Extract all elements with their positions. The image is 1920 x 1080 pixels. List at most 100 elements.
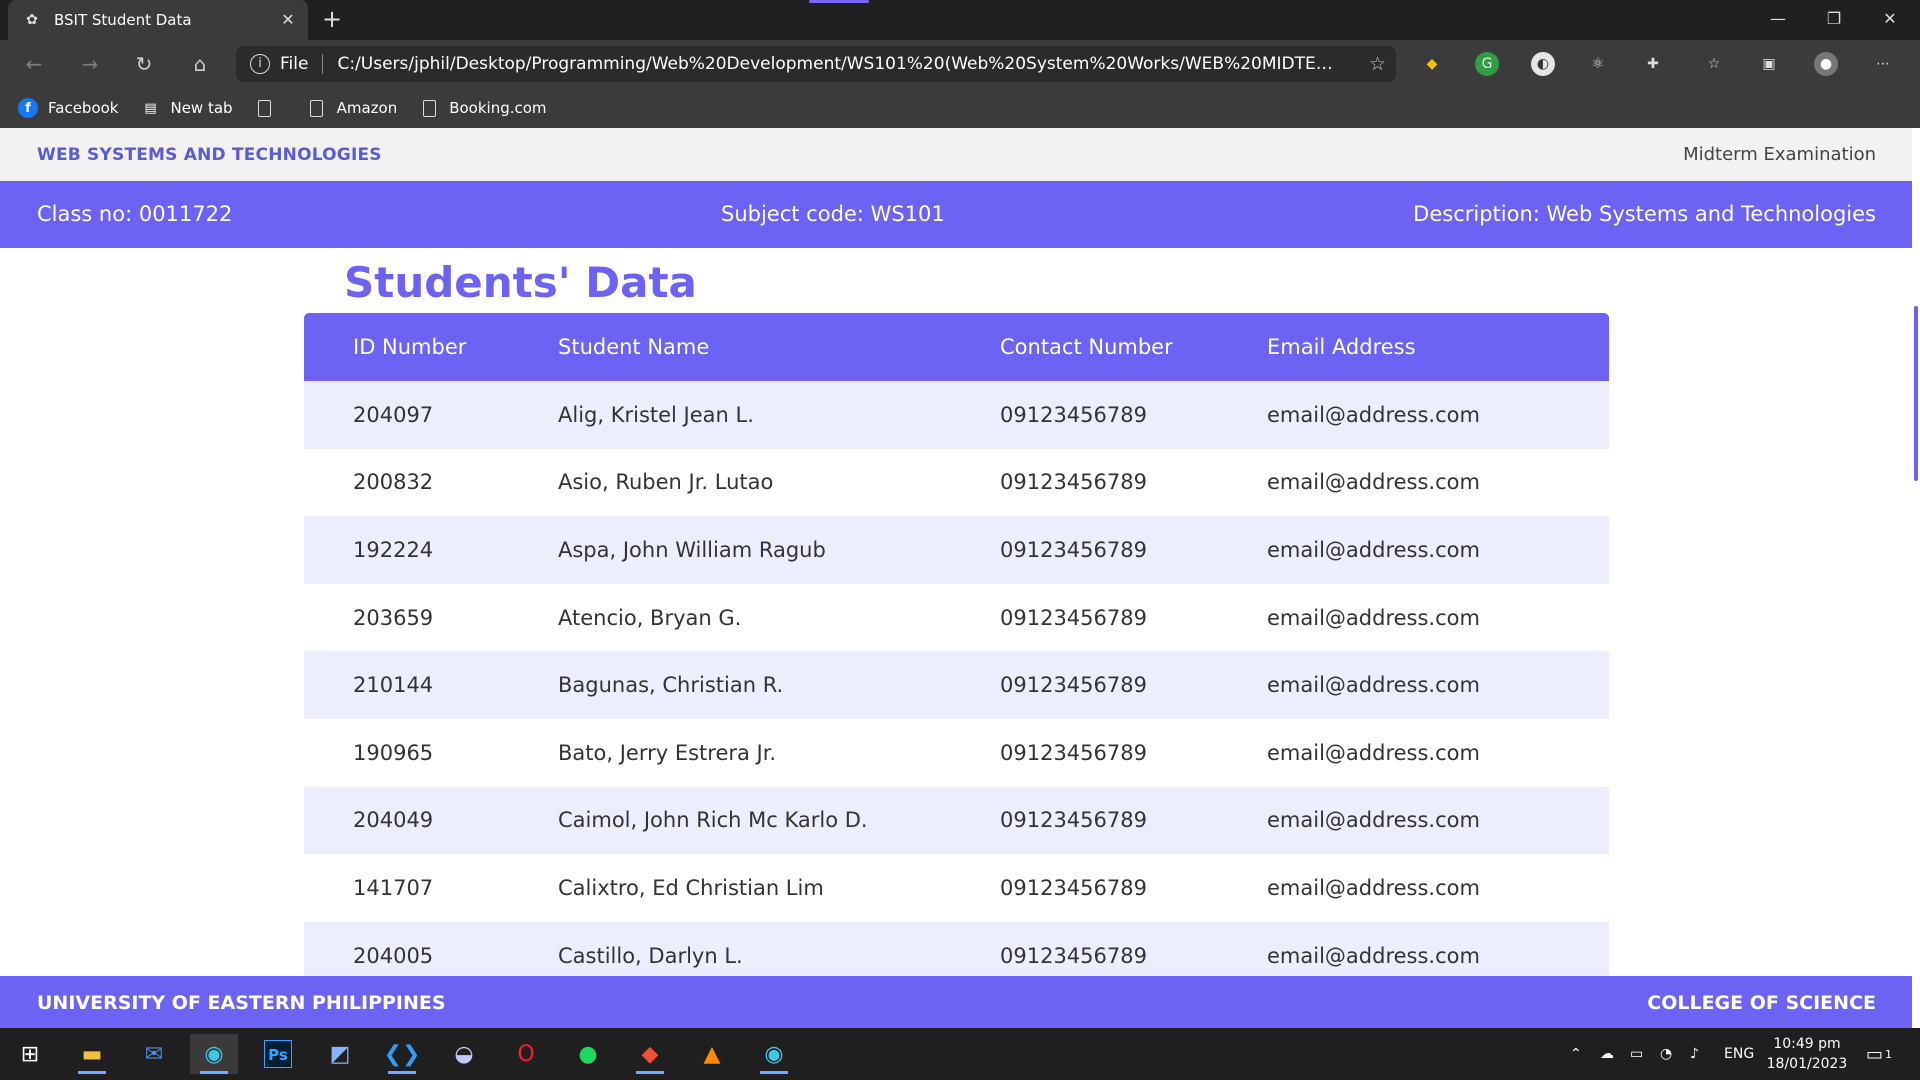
bookmark-untitled[interactable] [255, 98, 285, 118]
page-viewport: WEB SYSTEMS AND TECHNOLOGIES Midterm Exa… [0, 128, 1920, 1028]
site-footer: UNIVERSITY OF EASTERN PHILIPPINES COLLEG… [0, 976, 1914, 1028]
scrollbar-thumb[interactable] [1914, 306, 1918, 481]
file-explorer-icon[interactable]: ▬ [68, 1034, 116, 1074]
vscode-icon[interactable]: ❮❯ [378, 1034, 426, 1074]
back-button[interactable]: ← [16, 48, 52, 80]
cell-name: Calixtro, Ed Christian Lim [558, 875, 824, 900]
language-indicator[interactable]: ENG [1724, 1028, 1754, 1080]
extension-icon[interactable]: ◆ [1420, 52, 1444, 76]
site-brand: WEB SYSTEMS AND TECHNOLOGIES [37, 145, 382, 165]
page-scrollbar[interactable] [1912, 128, 1920, 1028]
spotify-icon[interactable]: ● [564, 1034, 612, 1074]
bookmark-booking[interactable]: Booking.com [419, 98, 547, 118]
site-info-icon[interactable]: i [250, 54, 270, 74]
edge-icon[interactable]: ◉ [190, 1034, 238, 1074]
vlc-icon[interactable]: ▲ [688, 1034, 736, 1074]
address-separator [322, 54, 324, 74]
minimize-button[interactable]: — [1750, 0, 1806, 40]
header-email-address: Email Address [1267, 335, 1416, 359]
bookmark-facebook[interactable]: f Facebook [18, 98, 118, 118]
notification-count: 1 [1885, 1047, 1893, 1061]
bookmark-new-tab[interactable]: ▤ New tab [140, 98, 232, 118]
app-icon[interactable]: ◩ [316, 1034, 364, 1074]
table-row: 204097 Alig, Kristel Jean L. 09123456789… [304, 381, 1609, 449]
volume-icon[interactable]: ♪ [1690, 1028, 1699, 1080]
bookmark-label: New tab [170, 99, 233, 117]
extension-react-icon[interactable]: ⚛ [1586, 52, 1610, 76]
battery-icon[interactable]: ▭ [1630, 1028, 1643, 1080]
cell-email: email@address.com [1267, 740, 1480, 765]
cell-name: Atencio, Bryan G. [558, 605, 742, 630]
exam-label: Midterm Examination [1683, 144, 1876, 165]
mail-icon[interactable]: ✉ [130, 1034, 178, 1074]
restore-button[interactable]: ❐ [1806, 0, 1862, 40]
profile-avatar[interactable]: ● [1814, 52, 1838, 76]
add-favorite-icon[interactable]: ☆ [1369, 53, 1386, 75]
table-row: 210144 Bagunas, Christian R. 09123456789… [304, 651, 1609, 719]
tab-title: BSIT Student Data [54, 11, 192, 29]
notification-center[interactable]: ▭ 1 [1866, 1028, 1892, 1080]
address-scheme: File [280, 54, 309, 74]
start-icon[interactable]: ⊞ [6, 1034, 54, 1074]
cell-name: Asio, Ruben Jr. Lutao [558, 470, 774, 495]
onedrive-icon[interactable]: ☁ [1600, 1028, 1614, 1080]
photoshop-label: Ps [264, 1040, 292, 1068]
cell-contact: 09123456789 [1000, 808, 1147, 833]
cell-name: Bagunas, Christian R. [558, 673, 784, 698]
refresh-button[interactable]: ↻ [126, 48, 162, 80]
cell-email: email@address.com [1267, 402, 1480, 427]
browser-tab[interactable]: ✿ BSIT Student Data ✕ [8, 0, 308, 40]
subject-description: Description: Web Systems and Technologie… [1413, 202, 1876, 226]
table-header: ID Number Student Name Contact Number Em… [304, 313, 1609, 381]
extension-circle-icon[interactable]: ◐ [1531, 52, 1555, 76]
table-row: 190965 Bato, Jerry Estrera Jr. 091234567… [304, 718, 1609, 787]
close-tab-icon[interactable]: ✕ [278, 10, 298, 30]
header-contact-number: Contact Number [1000, 335, 1173, 359]
table-row: 203659 Atencio, Bryan G. 09123456789 ema… [304, 583, 1609, 652]
clock-date: 18/01/2023 [1766, 1056, 1848, 1072]
cell-email: email@address.com [1267, 605, 1480, 630]
address-bar[interactable]: i File C:/Users/jphil/Desktop/Programmin… [236, 46, 1396, 82]
cell-email: email@address.com [1267, 537, 1480, 562]
photoshop-icon[interactable]: Ps [254, 1034, 302, 1074]
cell-id: 200832 [353, 470, 434, 495]
cell-contact: 09123456789 [1000, 402, 1147, 427]
header-id-number: ID Number [353, 335, 467, 359]
opera-icon[interactable]: O [502, 1034, 550, 1074]
eclipse-icon[interactable]: ◒ [440, 1034, 488, 1074]
new-tab-icon: ▤ [144, 100, 157, 116]
header-student-name: Student Name [558, 335, 710, 359]
extension-grammar-icon[interactable]: G [1475, 52, 1499, 76]
table-row: 204049 Caimol, John Rich Mc Karlo D. 091… [304, 786, 1609, 855]
cell-email: email@address.com [1267, 875, 1480, 900]
close-window-button[interactable]: ✕ [1862, 0, 1918, 40]
cell-contact: 09123456789 [1000, 605, 1147, 630]
address-url[interactable]: C:/Users/jphil/Desktop/Programming/Web%2… [337, 54, 1337, 74]
cell-name: Bato, Jerry Estrera Jr. [558, 740, 777, 765]
subject-code: Subject code: WS101 [721, 202, 945, 226]
bookmark-amazon[interactable]: Amazon [307, 98, 397, 118]
favorites-icon[interactable]: ☆ [1702, 52, 1726, 76]
table-row: 200832 Asio, Ruben Jr. Lutao 09123456789… [304, 448, 1609, 517]
browser-tab-bar: ✿ BSIT Student Data ✕ + — ❐ ✕ [0, 0, 1920, 40]
system-clock[interactable]: 10:49 pm 18/01/2023 [1766, 1034, 1848, 1074]
new-tab-button[interactable]: + [318, 6, 346, 34]
cell-contact: 09123456789 [1000, 537, 1147, 562]
cell-email: email@address.com [1267, 673, 1480, 698]
git-icon[interactable]: ◆ [626, 1034, 674, 1074]
cell-name: Caimol, John Rich Mc Karlo D. [558, 808, 868, 833]
collections-icon[interactable]: ▣ [1757, 52, 1781, 76]
page-icon [307, 98, 327, 118]
extensions-puzzle-icon[interactable]: ✚ [1641, 52, 1665, 76]
bookmarks-bar: f Facebook ▤ New tab Amazon Booking.com [0, 88, 1920, 128]
edge-beta-icon[interactable]: ◉ [750, 1034, 798, 1074]
cell-id: 203659 [353, 605, 434, 630]
settings-more-icon[interactable]: ⋯ [1871, 52, 1895, 76]
college-name: COLLEGE OF SCIENCE [1647, 992, 1876, 1014]
wifi-icon[interactable]: ◔ [1660, 1028, 1672, 1080]
cell-email: email@address.com [1267, 808, 1480, 833]
home-button[interactable]: ⌂ [182, 48, 218, 80]
forward-button[interactable]: → [72, 48, 108, 80]
show-hidden-icons[interactable]: ⌃ [1570, 1028, 1582, 1080]
notification-icon: ▭ [1866, 1043, 1884, 1065]
